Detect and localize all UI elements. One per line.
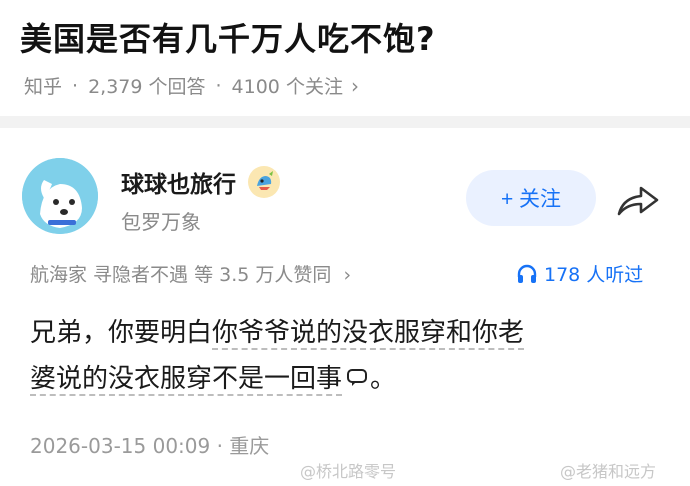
chevron-right-icon: › bbox=[350, 73, 359, 98]
answer-content[interactable]: 兄弟，你要明白你爷爷说的没衣服穿和你老 婆说的没衣服穿不是一回事 。 bbox=[30, 310, 670, 403]
answer-line-1: 兄弟，你要明白你爷爷说的没衣服穿和你老 bbox=[30, 310, 670, 356]
watermark-right: @老猪和远方 bbox=[560, 462, 657, 481]
endorsement-row: 航海家 寻隐者不遇 等 3.5 万人赞同 › 178 人听过 bbox=[0, 256, 690, 292]
share-arrow-icon[interactable] bbox=[613, 180, 661, 220]
highlighted-text[interactable]: 婆说的没衣服穿不是一回事 bbox=[30, 364, 343, 396]
source-label: 知乎 bbox=[24, 76, 63, 98]
author-row: 球球也旅行 包罗万象 + 关注 bbox=[0, 140, 690, 250]
listen-count[interactable]: 178 人听过 bbox=[516, 260, 643, 287]
author-tagline: 包罗万象 bbox=[121, 210, 201, 234]
question-title[interactable]: 美国是否有几千万人吃不饱? bbox=[20, 14, 436, 60]
watermark-left: @桥北路零号 bbox=[300, 462, 397, 481]
follower-count: 4100 个关注 bbox=[231, 76, 343, 98]
question-header: 美国是否有几千万人吃不饱? 知乎 · 2,379 个回答 · 4100 个关注 … bbox=[0, 0, 690, 110]
author-name[interactable]: 球球也旅行 bbox=[121, 165, 280, 199]
answer-text: 。 bbox=[370, 364, 397, 394]
answer-count: 2,379 个回答 bbox=[88, 76, 206, 98]
endorsement-text[interactable]: 航海家 寻隐者不遇 等 3.5 万人赞同 › bbox=[30, 260, 351, 287]
listen-count-label: 178 人听过 bbox=[544, 264, 644, 286]
endorsement-label: 航海家 寻隐者不遇 等 3.5 万人赞同 bbox=[30, 264, 332, 286]
question-meta[interactable]: 知乎 · 2,379 个回答 · 4100 个关注 › bbox=[24, 72, 359, 99]
answer-line-2: 婆说的没衣服穿不是一回事 。 bbox=[30, 356, 670, 403]
meta-separator: · bbox=[72, 74, 79, 97]
answer-text: 兄弟，你要明白 bbox=[30, 318, 213, 348]
author-name-label: 球球也旅行 bbox=[121, 172, 236, 198]
meta-separator: · bbox=[215, 74, 222, 97]
badge-emoji-icon bbox=[248, 166, 280, 198]
headphone-icon bbox=[517, 264, 537, 283]
chevron-right-icon: › bbox=[343, 264, 352, 286]
post-date: 2026-03-15 00:09 · 重庆 bbox=[30, 434, 270, 458]
follow-button[interactable]: + 关注 bbox=[466, 170, 596, 226]
highlighted-text[interactable]: 你爷爷说的没衣服穿和你老 bbox=[212, 318, 525, 350]
comment-bubble-icon[interactable] bbox=[346, 357, 370, 403]
section-divider bbox=[0, 116, 690, 128]
dog-avatar-icon[interactable] bbox=[22, 158, 98, 234]
